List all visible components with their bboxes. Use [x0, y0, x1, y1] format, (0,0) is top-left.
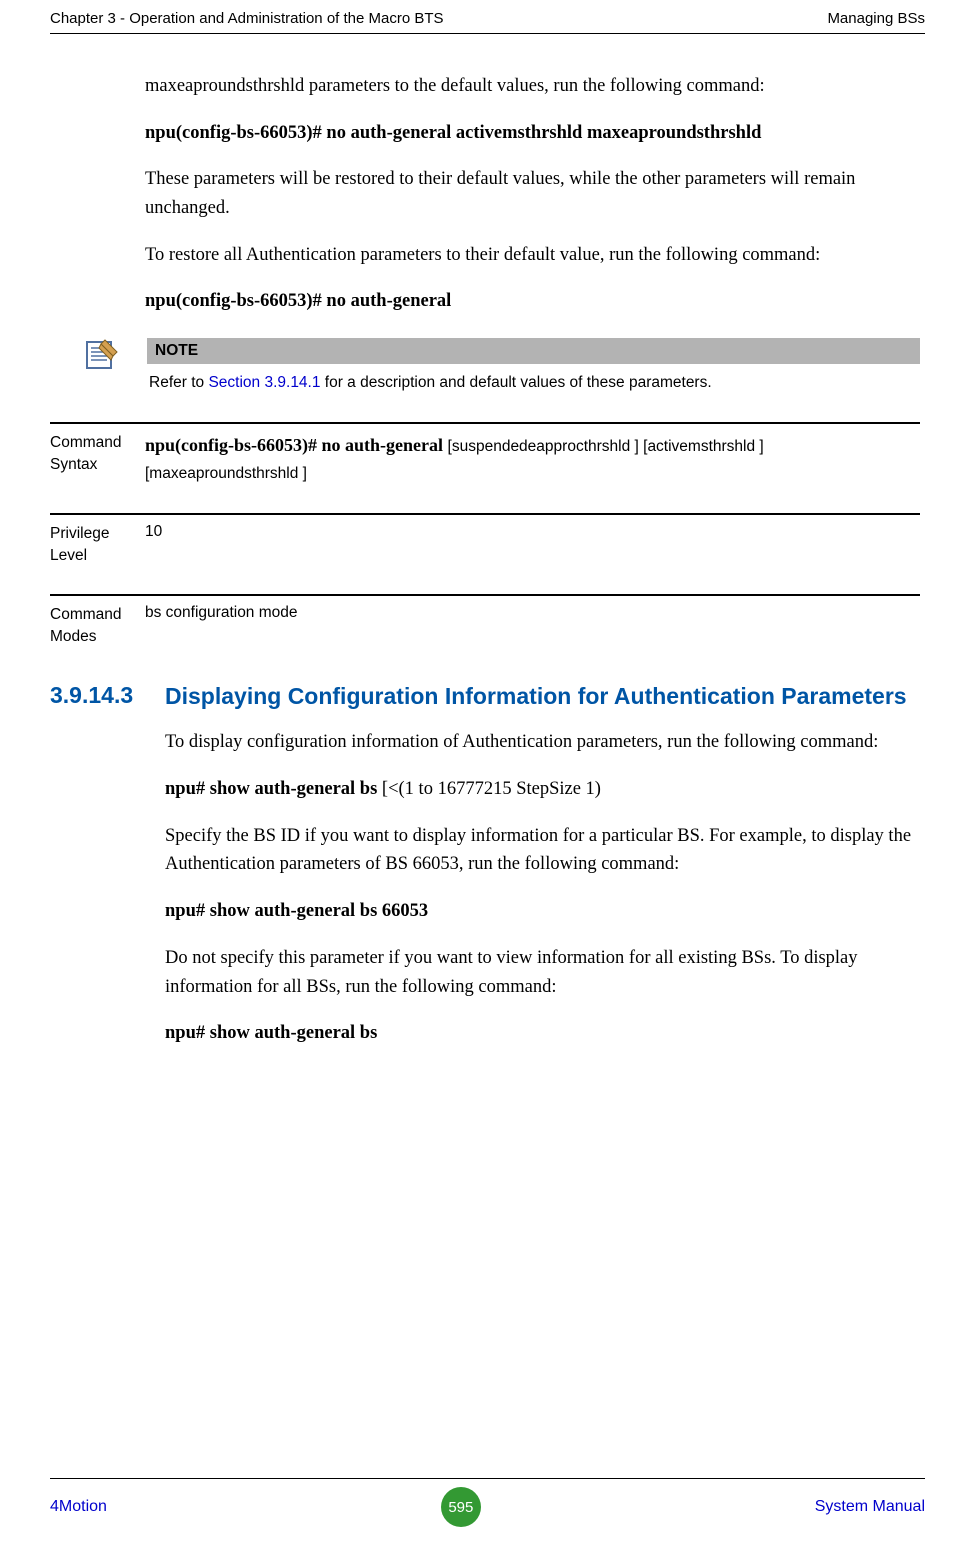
page-number: 595 [448, 1499, 473, 1516]
paragraph: To display configuration information of … [165, 728, 920, 757]
page: Chapter 3 - Operation and Administration… [0, 0, 975, 1545]
paragraph: Specify the BS ID if you want to display… [165, 822, 920, 879]
note-header: NOTE [147, 338, 920, 364]
header-left: Chapter 3 - Operation and Administration… [50, 10, 444, 27]
privilege-level-row: Privilege Level 10 [50, 513, 920, 566]
note-box: NOTE Refer to Section 3.9.14.1 for a des… [85, 338, 925, 394]
section-link[interactable]: Section 3.9.14.1 [208, 374, 320, 391]
page-number-badge: 595 [441, 1487, 481, 1527]
section-number: 3.9.14.3 [50, 682, 165, 711]
command-syntax-row: Command Syntax npu(config-bs-66053)# no … [50, 422, 920, 485]
body-block-1: maxeaproundsthrshld parameters to the de… [145, 72, 920, 316]
command-modes-row: Command Modes bs configuration mode [50, 594, 920, 647]
page-header: Chapter 3 - Operation and Administration… [50, 0, 925, 34]
syntax-bold: npu(config-bs-66053)# no auth-general [145, 435, 448, 455]
page-footer: 4Motion 595 System Manual [50, 1478, 925, 1527]
command-text: npu(config-bs-66053)# no auth-general [145, 287, 920, 316]
command-text: npu# show auth-general bs [<(1 to 167772… [165, 775, 920, 804]
command-text: npu# show auth-general bs [165, 1019, 920, 1048]
section-title: Displaying Configuration Information for… [165, 682, 925, 711]
row-label: Command Syntax [50, 432, 145, 485]
row-value: 10 [145, 523, 920, 566]
command-text: npu(config-bs-66053)# no auth-general ac… [145, 119, 920, 148]
footer-left: 4Motion [50, 1498, 107, 1516]
paragraph: Do not specify this parameter if you wan… [165, 944, 920, 1001]
section-header: 3.9.14.3 Displaying Configuration Inform… [50, 682, 925, 711]
body-block-2: To display configuration information of … [165, 728, 920, 1047]
command-text: npu# show auth-general bs 66053 [165, 897, 920, 926]
cmd-args: [<(1 to 16777215 StepSize 1) [382, 779, 601, 799]
row-value: npu(config-bs-66053)# no auth-general [s… [145, 432, 920, 485]
paragraph: maxeaproundsthrshld parameters to the de… [145, 72, 920, 101]
note-body: Refer to Section 3.9.14.1 for a descript… [147, 364, 920, 394]
note-icon [85, 338, 119, 372]
footer-right: System Manual [815, 1498, 925, 1516]
note-text-post: for a description and default values of … [320, 374, 711, 391]
row-label: Command Modes [50, 604, 145, 647]
paragraph: To restore all Authentication parameters… [145, 241, 920, 270]
paragraph: These parameters will be restored to the… [145, 165, 920, 222]
cmd-bold: npu# show auth-general bs [165, 779, 382, 799]
row-value: bs configuration mode [145, 604, 920, 647]
note-content: NOTE Refer to Section 3.9.14.1 for a des… [147, 338, 920, 394]
note-text-pre: Refer to [149, 374, 208, 391]
row-label: Privilege Level [50, 523, 145, 566]
header-right: Managing BSs [827, 10, 925, 27]
